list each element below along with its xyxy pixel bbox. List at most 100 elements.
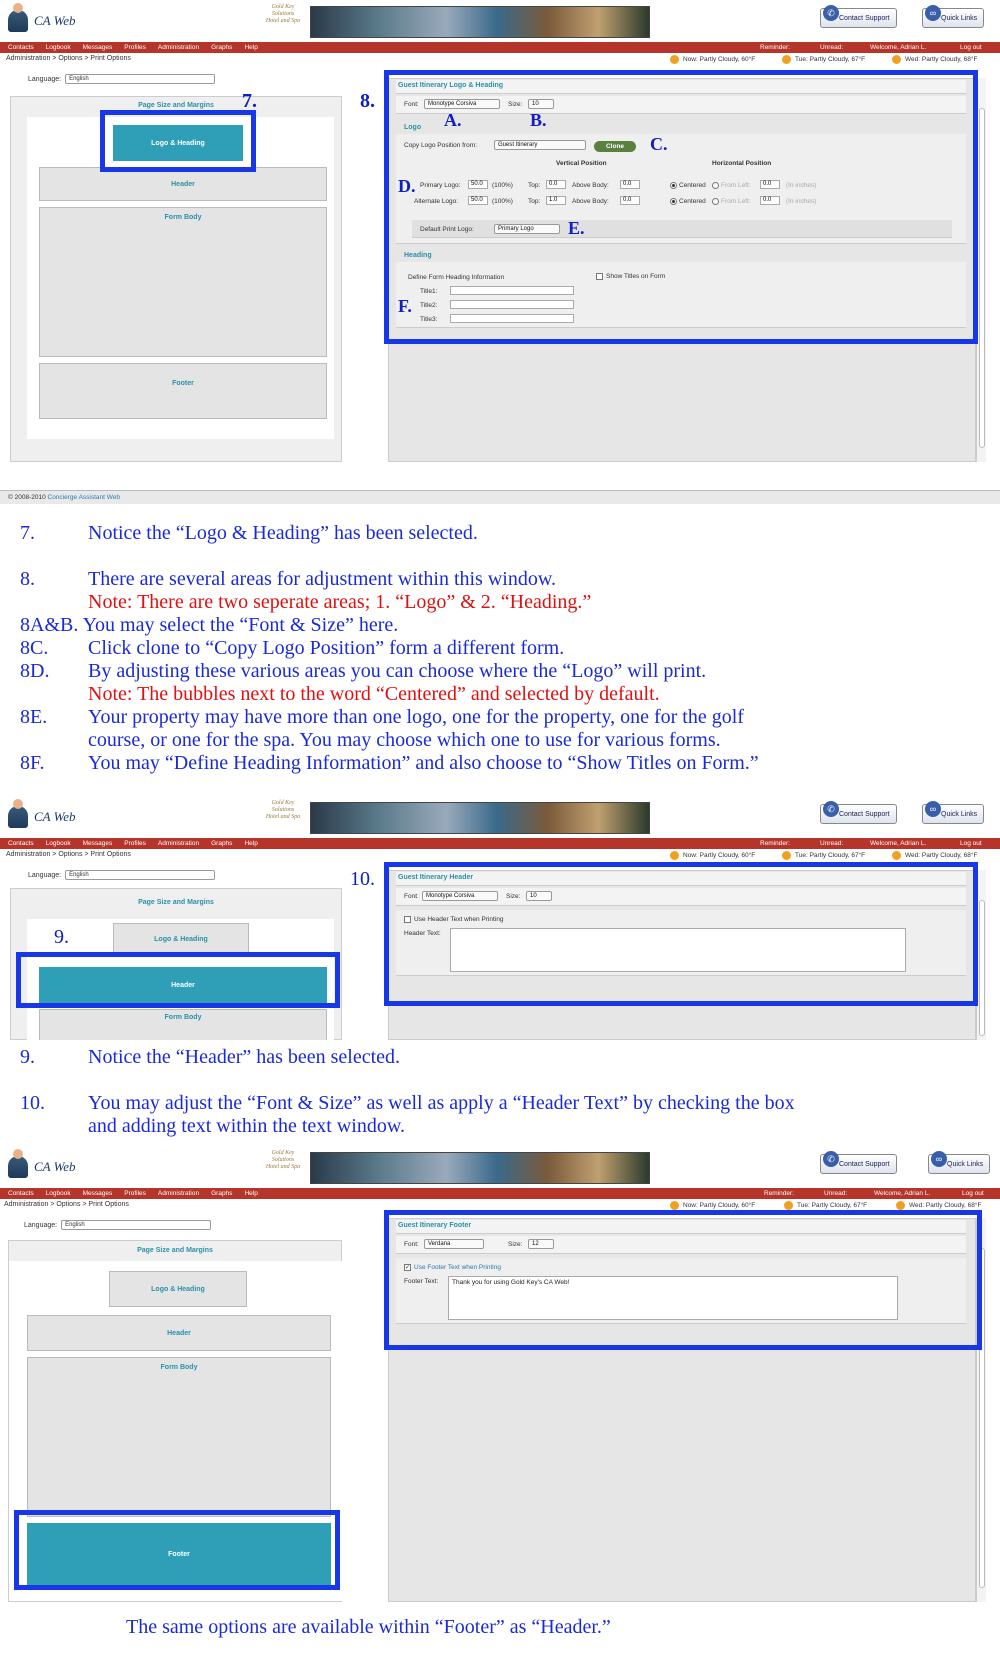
app-logo: CA Web [8,1149,76,1178]
support-icon: ✆ [823,1151,839,1167]
section-page-size[interactable]: Page Size and Margins [11,102,341,109]
section-header[interactable]: Header [39,167,327,201]
language-selector: Language: English [28,870,216,880]
instructions-part-1: 7. Notice the “Logo & Heading” has been s… [20,522,990,775]
unread-link[interactable]: Unread: [824,1188,847,1199]
sun-icon [892,851,901,860]
quick-links-button[interactable]: ∞ Quick Links [922,5,985,28]
contact-support-button[interactable]: ✆ Contact Support [820,5,897,28]
menu-graphs[interactable]: Graphs [211,1190,232,1197]
concierge-icon [8,1149,28,1178]
hotel-crest: Gold Key Solutions Hotel and Spa [265,4,301,24]
section-logo-heading[interactable]: Logo & Heading [113,923,249,955]
menu-graphs[interactable]: Graphs [211,840,232,847]
menu-logbook[interactable]: Logbook [46,840,71,847]
unread-link[interactable]: Unread: [820,838,843,849]
sun-icon [670,1201,679,1210]
step-10-cont: and adding text within the text window. [88,1115,405,1137]
callout-7: 7. [242,90,257,112]
highlight-logo-heading [100,110,256,172]
language-dropdown[interactable]: English [65,74,216,84]
step-8f: 8F. You may “Define Heading Information” … [20,752,759,774]
app-logo: CA Web [8,3,76,32]
menu-help[interactable]: Help [244,840,257,847]
highlight-footer [14,1510,340,1590]
weather-wed: Wed: Partly Cloudy, 68°F [896,1201,981,1210]
menu-logbook[interactable]: Logbook [46,44,71,51]
app-logo: CA Web [8,799,76,828]
quick-links-button[interactable]: ∞ Quick Links [928,1151,991,1174]
menu-administration[interactable]: Administration [158,44,199,51]
step-9: 9. Notice the “Header” has been selected. [20,1046,401,1068]
step-8: 8. There are several areas for adjustment… [20,568,556,590]
contact-support-button[interactable]: ✆ Contact Support [820,801,897,824]
contact-support-button[interactable]: ✆ Contact Support [820,1151,897,1174]
link-icon: ∞ [925,5,941,21]
link-icon: ∞ [925,801,941,817]
section-logo-heading[interactable]: Logo & Heading [109,1271,247,1307]
resort-banner-image [310,6,650,38]
weather-now: Now: Partly Cloudy, 60°F [670,55,755,64]
weather-tue: Tue: Partly Cloudy, 67°F [784,1201,867,1210]
step-8e: 8E. Your property may have more than one … [20,706,744,728]
breadcrumb: Administration > Options > Print Options [6,851,131,858]
menu-contacts[interactable]: Contacts [8,44,34,51]
instructions-part-2: 9. Notice the “Header” has been selected.… [20,1046,990,1138]
section-header[interactable]: Header [27,1315,331,1351]
menu-profiles[interactable]: Profiles [124,840,146,847]
language-dropdown[interactable]: English [65,870,216,880]
resort-banner-image [310,1152,650,1184]
reminder-link[interactable]: Reminder: [760,42,790,53]
menu-profiles[interactable]: Profiles [124,1190,146,1197]
section-page-size[interactable]: Page Size and Margins [11,899,341,906]
breadcrumb: Administration > Options > Print Options [4,1201,129,1208]
app-name: CA Web [34,13,76,28]
sun-icon [896,1201,905,1210]
menu-messages[interactable]: Messages [83,840,113,847]
logout-link[interactable]: Log out [962,1188,984,1199]
menu-contacts[interactable]: Contacts [8,1190,34,1197]
top-bar: CA Web Gold Key Solutions Hotel and Spa ✆ C… [0,1146,1000,1188]
callout-10: 10. [350,868,375,890]
menu-profiles[interactable]: Profiles [124,44,146,51]
step-8ab: 8A&B. You may select the “Font & Size” h… [20,614,399,636]
logout-link[interactable]: Log out [960,838,982,849]
reminder-link[interactable]: Reminder: [764,1188,794,1199]
section-form-body[interactable]: Form Body [39,1009,327,1040]
menu-help[interactable]: Help [244,44,257,51]
weather-now: Now: Partly Cloudy, 60°F [670,851,755,860]
section-form-body[interactable]: Form Body [39,207,327,357]
section-footer[interactable]: Footer [39,363,327,419]
menu-contacts[interactable]: Contacts [8,840,34,847]
language-dropdown[interactable]: English [61,1220,212,1230]
footer-link[interactable]: Concierge Assistant Web [48,494,121,501]
menu-administration[interactable]: Administration [158,840,199,847]
sun-icon [670,55,679,64]
menu-graphs[interactable]: Graphs [211,44,232,51]
support-icon: ✆ [823,5,839,21]
menu-help[interactable]: Help [244,1190,257,1197]
support-icon: ✆ [823,801,839,817]
sun-icon [670,851,679,860]
highlight-settings-panel [384,1210,982,1350]
logout-link[interactable]: Log out [960,42,982,53]
menu-messages[interactable]: Messages [83,1190,113,1197]
main-menu: Contacts Logbook Messages Profiles Admin… [0,838,1000,849]
sun-icon [892,55,901,64]
sun-icon [782,851,791,860]
welcome-text: Welcome, Adrian L. [870,840,927,847]
step-8d-note: Note: The bubbles next to the word “Cent… [88,683,660,705]
menu-administration[interactable]: Administration [158,1190,199,1197]
weather-tue: Tue: Partly Cloudy, 67°F [782,851,865,860]
menu-logbook[interactable]: Logbook [46,1190,71,1197]
menu-messages[interactable]: Messages [83,44,113,51]
link-icon: ∞ [931,1151,947,1167]
section-form-body[interactable]: Form Body [27,1357,331,1517]
section-page-size[interactable]: Page Size and Margins [9,1247,341,1254]
sun-icon [782,55,791,64]
unread-link[interactable]: Unread: [820,42,843,53]
reminder-link[interactable]: Reminder: [760,838,790,849]
quick-links-button[interactable]: ∞ Quick Links [922,801,985,824]
screenshot-logo-heading: CA Web Gold Key Solutions Hotel and Spa ✆ C… [0,0,1000,482]
main-menu: Contacts Logbook Messages Profiles Admin… [0,42,1000,53]
